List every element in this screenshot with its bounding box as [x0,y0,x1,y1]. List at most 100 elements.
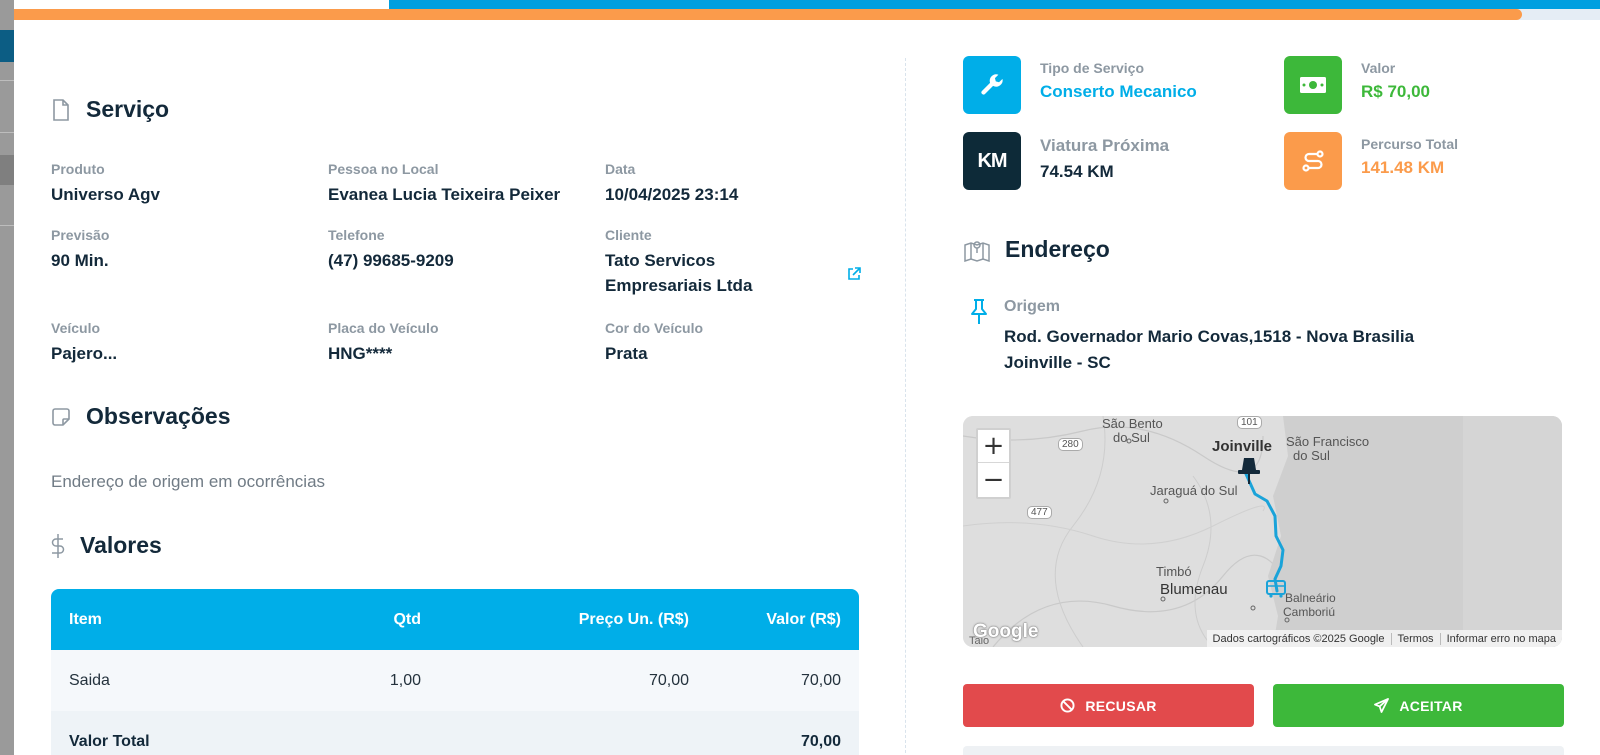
map-label: São Bento [1102,416,1163,431]
stat-label: Viatura Próxima [1040,136,1170,155]
field-produto: Produto Universo Agv [51,161,160,207]
column-divider [905,58,906,755]
section-title-text: Observações [86,403,231,429]
origin-address: Origem Rod. Governador Mario Covas,1518 … [968,298,1414,376]
countdown-progress [14,0,1600,20]
map-label: do Sul [1293,448,1330,463]
zoom-in-button[interactable]: + [978,430,1009,463]
map-label: Timbó [1156,564,1192,579]
field-label: Cliente [605,227,652,243]
field-label: Data [605,161,636,177]
section-title-text: Serviço [86,96,170,122]
ban-icon [1060,698,1075,713]
road-shield: 101 [1237,416,1262,429]
section-title-observacoes: Observações [50,403,230,430]
map-icon [963,237,991,263]
stat-value: 141.48 KM [1361,158,1445,177]
map-label: Jaraguá do Sul [1150,483,1238,498]
map-label: Camboriú [1283,605,1336,619]
total-value: 70,00 [800,732,841,750]
field-value: Pajero... [51,344,118,363]
external-link-icon[interactable] [847,267,861,286]
field-data: Data 10/04/2025 23:14 [605,161,738,207]
stat-valor: Valor R$ 70,00 [1284,56,1430,114]
service-request-modal: Serviço Produto Universo Agv Pessoa no L… [14,0,1600,755]
stat-viatura-proxima: KM Viatura Próxima 74.54 KM [963,132,1169,190]
address-line-2: Joinville - SC [1004,353,1111,372]
field-label: Produto [51,161,105,177]
background-divider [0,80,14,81]
stat-label: Valor [1361,60,1396,76]
section-title-text: Valores [80,532,162,558]
map-label: Balneário [1285,591,1336,605]
observations-text: Endereço de origem em ocorrências [51,472,326,491]
table-row: Saida 1,00 70,00 70,00 [51,650,859,711]
refuse-button[interactable]: RECUSAR [963,684,1254,727]
field-value: Prata [605,344,648,363]
field-value: Universo Agv [51,185,160,204]
wrench-icon [963,56,1021,114]
map-terms-link[interactable]: Termos [1390,632,1440,645]
accept-button[interactable]: ACEITAR [1273,684,1564,727]
pushpin-icon [968,298,996,376]
column-header-valor: Valor (R$) [766,610,841,628]
section-title-text: Endereço [1005,236,1110,262]
dollar-icon [50,533,66,559]
field-label: Pessoa no Local [328,161,439,177]
background-app-sidebar [0,0,14,755]
cell-item: Saida [69,671,110,689]
field-value-line1: Tato Servicos [605,251,716,270]
document-icon [50,97,72,123]
sticky-note-icon [50,404,72,430]
route-icon [1284,132,1342,190]
km-badge-icon: KM [963,132,1021,190]
route-map[interactable]: São Bento do Sul Joinville São Francisco… [963,416,1562,647]
field-previsao: Previsão 90 Min. [51,227,109,273]
section-title-endereco: Endereço [963,236,1110,263]
section-title-valores: Valores [50,532,162,559]
field-label: Telefone [328,227,385,243]
column-header-preco: Preço Un. (R$) [578,610,689,628]
google-logo: Google [973,621,1039,642]
map-label: Blumenau [1160,581,1228,598]
background-divider [0,225,14,226]
stat-value: 74.54 KM [1040,162,1114,181]
table-header: Item Qtd Preço Un. (R$) Valor (R$) [51,589,859,650]
refuse-button-label: RECUSAR [1085,697,1157,714]
table-total-row: Valor Total 70,00 [51,711,859,755]
field-cliente: Cliente Tato Servicos Empresariais Ltda [605,227,752,298]
stat-percurso-total: Percurso Total 141.48 KM [1284,132,1458,190]
map-zoom-control: + − [976,428,1011,499]
cell-qtd: 1,00 [389,671,421,689]
progress-bar-orange [14,9,1522,20]
field-value: 90 Min. [51,251,109,270]
map-footer: Dados cartográficos ©2025 Google Termos … [1206,630,1562,647]
column-header-item: Item [69,610,102,628]
map-label: São Francisco [1286,434,1370,449]
stat-value: R$ 70,00 [1361,82,1430,101]
field-label: Placa do Veículo [328,320,439,336]
map-label: do Sul [1113,430,1150,445]
column-header-qtd: Qtd [393,610,421,628]
stat-label: Tipo de Serviço [1040,60,1144,76]
field-value: HNG**** [328,344,393,363]
zoom-out-button[interactable]: − [978,463,1009,496]
bottom-panel-edge [963,746,1564,755]
field-value: 10/04/2025 23:14 [605,185,739,204]
cell-preco: 70,00 [648,671,689,689]
total-label: Valor Total [69,732,150,750]
money-icon [1284,56,1342,114]
cell-valor: 70,00 [800,671,841,689]
field-label: Cor do Veículo [605,320,704,336]
field-telefone: Telefone (47) 99685-9209 [328,227,454,273]
map-report-error-link[interactable]: Informar erro no mapa [1439,632,1562,645]
background-sidebar-item [0,155,14,185]
field-label: Veículo [51,320,101,336]
road-shield: 280 [1058,438,1083,451]
stat-tipo-servico: Tipo de Serviço Conserto Mecanico [963,56,1197,114]
field-label: Previsão [51,227,110,243]
accept-button-label: ACEITAR [1399,697,1463,714]
field-placa: Placa do Veículo HNG**** [328,320,439,366]
address-line-1: Rod. Governador Mario Covas,1518 - Nova … [1004,327,1415,346]
stat-value: Conserto Mecanico [1040,82,1197,101]
